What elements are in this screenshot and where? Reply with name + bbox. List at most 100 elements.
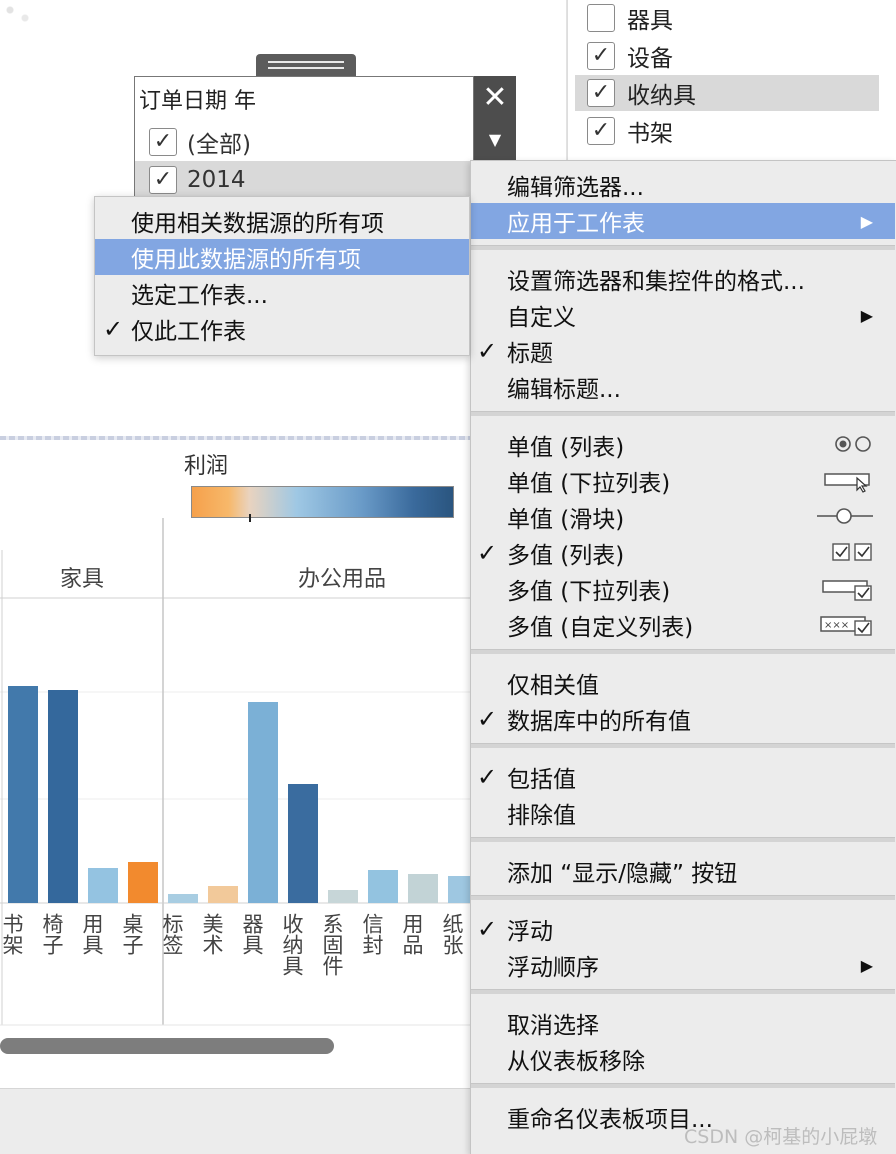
category-filter-panel: 器具 ✓ 设备 ✓ 收纳具 ✓ 书架 <box>566 0 896 160</box>
checkbox-unchecked-icon[interactable] <box>587 4 615 32</box>
x-tick-label: 书架 <box>0 913 24 955</box>
x-tick-label: 桌子 <box>120 913 144 955</box>
x-tick-label: 收纳具 <box>280 913 304 976</box>
menu-separator <box>471 989 895 994</box>
menu-item-label: 单值 (下拉列表) <box>507 471 671 497</box>
filter-title: 订单日期 年 <box>139 89 256 114</box>
x-tick-label: 纸张 <box>440 913 464 955</box>
menu-separator <box>471 411 895 416</box>
x-tick-label: 美术 <box>200 913 224 955</box>
grip-line <box>268 67 344 69</box>
x-tick-label: 用具 <box>80 913 104 955</box>
menu-item[interactable]: ✓ 包括值 <box>471 759 895 795</box>
menu-item-label: 应用于工作表 <box>507 211 645 237</box>
submenu-item[interactable]: ✓ 仅此工作表 <box>95 311 469 347</box>
dropdown-arrow-icon[interactable]: ▼ <box>474 118 516 160</box>
menu-item[interactable]: 自定义 ▶ <box>471 297 895 333</box>
grip-line <box>268 61 344 63</box>
filter-item-label: 收纳具 <box>627 83 696 109</box>
menu-item[interactable]: 多值 (自定义列表) ××× <box>471 607 895 643</box>
filter-item-qiju[interactable]: 器具 <box>575 0 879 36</box>
menu-item[interactable]: 添加 “显示/隐藏” 按钮 <box>471 853 895 889</box>
menu-item-label: 多值 (下拉列表) <box>507 579 671 605</box>
checkmark-icon: ✓ <box>477 705 498 733</box>
filter-item-shebei[interactable]: ✓ 设备 <box>575 38 879 74</box>
submenu-arrow-icon: ▶ <box>860 211 873 231</box>
submenu-arrow-icon: ▶ <box>860 955 873 975</box>
menu-item[interactable]: 排除值 <box>471 795 895 831</box>
menu-item[interactable]: 取消选择 <box>471 1005 895 1041</box>
menu-item[interactable]: 应用于工作表 ▶ <box>471 203 895 239</box>
slider-icon <box>815 505 875 531</box>
menu-item[interactable]: ✓ 数据库中的所有值 <box>471 701 895 737</box>
svg-text:×××: ××× <box>824 620 849 631</box>
menu-separator <box>471 649 895 654</box>
menu-item[interactable]: 编辑筛选器... <box>471 167 895 203</box>
filter-item-all[interactable]: ✓ (全部) <box>135 123 471 161</box>
checkmark-icon: ✓ <box>477 763 498 791</box>
checkbox-checked-icon[interactable]: ✓ <box>149 128 177 156</box>
menu-separator <box>471 743 895 748</box>
drag-handle[interactable] <box>256 54 356 78</box>
bar <box>328 890 358 903</box>
menu-item[interactable]: ✓ 浮动 <box>471 911 895 947</box>
menu-item[interactable]: 仅相关值 <box>471 665 895 701</box>
menu-item-label: 数据库中的所有值 <box>507 709 691 735</box>
x-tick-label: 系固件 <box>320 913 344 976</box>
filter-item-2014[interactable]: ✓ 2014 <box>135 161 471 199</box>
menu-item[interactable]: ✓ 标题 <box>471 333 895 369</box>
menu-item-label: 标题 <box>507 341 553 367</box>
menu-item[interactable]: 多值 (下拉列表) <box>471 571 895 607</box>
radio-list-icon <box>833 433 875 459</box>
submenu-item[interactable]: 选定工作表... <box>95 275 469 311</box>
menu-item[interactable]: 单值 (下拉列表) <box>471 463 895 499</box>
menu-item-label: 浮动顺序 <box>507 955 599 981</box>
menu-item[interactable]: 从仪表板移除 <box>471 1041 895 1077</box>
menu-item[interactable]: 编辑标题... <box>471 369 895 405</box>
submenu-item[interactable]: 使用此数据源的所有项 <box>95 239 469 275</box>
menu-item-label: 重命名仪表板项目... <box>507 1107 713 1133</box>
checkmark-icon: ✓ <box>103 315 124 343</box>
menu-item[interactable]: 单值 (滑块) <box>471 499 895 535</box>
filter-item-label: 设备 <box>627 46 673 72</box>
submenu-arrow-icon: ▶ <box>860 305 873 325</box>
group-label: 办公用品 <box>298 567 386 592</box>
menu-item-label: 从仪表板移除 <box>507 1049 645 1075</box>
filter-item-shujia[interactable]: ✓ 书架 <box>575 113 879 149</box>
filter-item-label: 2014 <box>187 167 246 193</box>
filter-item-shounaju[interactable]: ✓ 收纳具 <box>575 75 879 111</box>
menu-item-label: 多值 (自定义列表) <box>507 615 694 641</box>
checkbox-checked-icon[interactable]: ✓ <box>587 42 615 70</box>
close-icon[interactable]: ✕ <box>474 76 516 118</box>
menu-item-label: 排除值 <box>507 803 576 829</box>
bar <box>288 784 318 903</box>
year-quick-filter: 订单日期 年 ✓ (全部) ✓ 2014 <box>134 76 474 199</box>
filter-item-label: 器具 <box>627 8 673 34</box>
checkmark-icon: ✓ <box>477 915 498 943</box>
menu-item-label: 添加 “显示/隐藏” 按钮 <box>507 861 738 887</box>
filter-controls: ✕ ▼ <box>474 76 516 160</box>
menu-item[interactable]: 单值 (列表) <box>471 427 895 463</box>
bar <box>8 686 38 903</box>
checkbox-checked-icon[interactable]: ✓ <box>149 166 177 194</box>
menu-separator <box>471 895 895 900</box>
menu-item-label: 单值 (列表) <box>507 435 625 461</box>
submenu-item-label: 使用此数据源的所有项 <box>131 247 361 273</box>
x-tick-label: 标签 <box>160 913 184 955</box>
horizontal-scrollbar[interactable] <box>0 1038 334 1054</box>
checkbox-checked-icon[interactable]: ✓ <box>587 79 615 107</box>
menu-item[interactable]: 浮动顺序 ▶ <box>471 947 895 983</box>
menu-separator <box>471 837 895 842</box>
filter-item-label: (全部) <box>187 132 251 158</box>
menu-item[interactable]: 设置筛选器和集控件的格式... <box>471 261 895 297</box>
menu-item-label: 设置筛选器和集控件的格式... <box>507 269 805 295</box>
submenu-item-label: 使用相关数据源的所有项 <box>131 211 384 237</box>
menu-item-label: 取消选择 <box>507 1013 599 1039</box>
submenu-item[interactable]: 使用相关数据源的所有项 <box>95 203 469 239</box>
apply-to-worksheets-submenu: 使用相关数据源的所有项 使用此数据源的所有项 选定工作表... ✓ 仅此工作表 <box>94 196 470 356</box>
submenu-item-label: 选定工作表... <box>131 283 268 309</box>
bar <box>128 862 158 903</box>
menu-item[interactable]: ✓ 多值 (列表) <box>471 535 895 571</box>
x-tick-label: 用品 <box>400 913 424 955</box>
checkbox-checked-icon[interactable]: ✓ <box>587 117 615 145</box>
